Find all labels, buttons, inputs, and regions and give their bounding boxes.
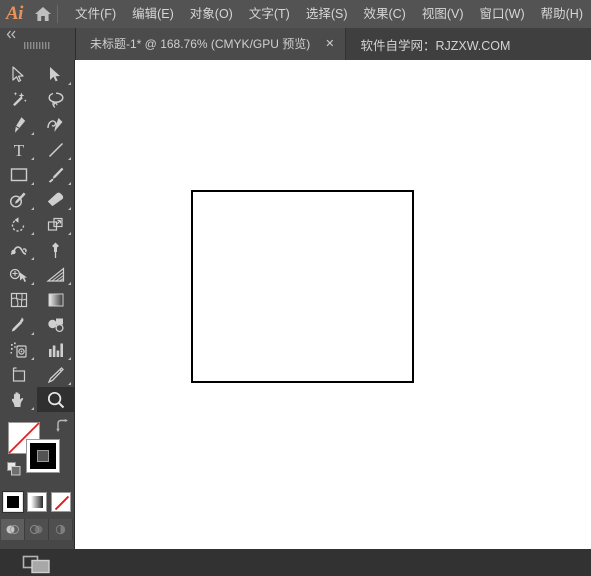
zoom-tool[interactable] (37, 387, 74, 412)
gradient-swatch-button[interactable] (27, 492, 47, 512)
menu-window[interactable]: 窗口(W) (472, 2, 533, 26)
tool-flyout-indicator (31, 407, 34, 410)
menu-help[interactable]: 帮助(H) (533, 2, 591, 26)
stroke-swatch-hole (37, 450, 49, 462)
menu-view[interactable]: 视图(V) (414, 2, 472, 26)
svg-text:T: T (13, 141, 24, 159)
illustrator-window: Ai 文件(F) 编辑(E) 对象(O) 文字(T) 选择(S) 效果(C) 视… (0, 0, 591, 574)
menu-file[interactable]: 文件(F) (67, 2, 124, 26)
tool-flyout-indicator (31, 282, 34, 285)
tool-grid: T (0, 60, 74, 412)
pen-tool[interactable] (0, 112, 37, 137)
tool-flyout-indicator (68, 382, 71, 385)
screen-mode-icon (22, 555, 50, 574)
color-mode-swatches (0, 492, 74, 512)
collapse-panel-icon[interactable] (6, 30, 17, 42)
tool-flyout-indicator (31, 182, 34, 185)
draw-normal-icon (6, 525, 19, 534)
blend-tool[interactable] (37, 312, 74, 337)
rectangle-tool[interactable] (0, 162, 37, 187)
tool-flyout-indicator (31, 232, 34, 235)
paintbrush-tool[interactable] (37, 162, 74, 187)
menu-object[interactable]: 对象(O) (182, 2, 241, 26)
screen-mode-button[interactable] (0, 552, 74, 576)
tool-flyout-indicator (31, 157, 34, 160)
curvature-tool[interactable] (37, 112, 74, 137)
lasso-tool[interactable] (37, 87, 74, 112)
rectangle-shape[interactable] (191, 190, 414, 383)
tool-flyout-indicator (68, 207, 71, 210)
column-graph-tool[interactable] (37, 337, 74, 362)
tool-flyout-indicator (68, 232, 71, 235)
draw-normal-mode[interactable] (1, 519, 25, 540)
document-tab[interactable]: 未标题-1* @ 168.76% (CMYK/GPU 预览) ✕ (76, 28, 347, 60)
tool-flyout-indicator (31, 257, 34, 260)
tool-flyout-indicator (68, 182, 71, 185)
tool-flyout-indicator (68, 157, 71, 160)
shaper-tool[interactable] (0, 187, 37, 212)
default-colors-icon[interactable] (7, 462, 21, 481)
selection-tool[interactable] (0, 62, 37, 87)
gradient-icon (31, 496, 43, 508)
artboard-tool[interactable] (0, 362, 37, 387)
width-tool[interactable] (0, 237, 37, 262)
fill-stroke-controls (0, 418, 74, 490)
document-tab-bar: 未标题-1* @ 168.76% (CMYK/GPU 预览) ✕ 软件自学网：R… (0, 28, 591, 60)
tool-flyout-indicator (68, 282, 71, 285)
solid-color-icon (7, 496, 19, 508)
menu-edit[interactable]: 编辑(E) (124, 2, 182, 26)
mesh-tool[interactable] (0, 287, 37, 312)
menu-type[interactable]: 文字(T) (241, 2, 298, 26)
panel-drag-handle[interactable] (0, 42, 75, 52)
slice-tool[interactable] (37, 362, 74, 387)
menu-item-list: 文件(F) 编辑(E) 对象(O) 文字(T) 选择(S) 效果(C) 视图(V… (67, 2, 591, 26)
scale-tool[interactable] (37, 212, 74, 237)
eraser-tool[interactable] (37, 187, 74, 212)
close-icon[interactable]: ✕ (322, 28, 337, 60)
gradient-tool[interactable] (37, 287, 74, 312)
tools-panel: T (0, 60, 75, 574)
canvas-area[interactable] (75, 60, 591, 549)
menu-divider (57, 5, 59, 23)
color-swatch-button[interactable] (3, 492, 23, 512)
watermark-text: 软件自学网：RJZXW.COM (360, 38, 511, 53)
type-tool[interactable]: T (0, 137, 37, 162)
document-tab-title: 未标题-1* @ 168.76% (CMYK/GPU 预览) (90, 37, 311, 51)
none-slash-icon (54, 495, 70, 511)
magic-wand-tool[interactable] (0, 87, 37, 112)
draw-inside-mode[interactable] (49, 519, 73, 540)
menu-effect[interactable]: 效果(C) (355, 2, 413, 26)
draw-behind-icon (30, 525, 43, 534)
toolbar-header (0, 28, 76, 60)
tool-flyout-indicator (31, 132, 34, 135)
eyedropper-tool[interactable] (0, 312, 37, 337)
rotate-tool[interactable] (0, 212, 37, 237)
stroke-swatch-color (30, 443, 56, 469)
draw-inside-icon (55, 524, 66, 535)
drawing-modes (0, 519, 74, 540)
symbol-sprayer-tool[interactable] (0, 337, 37, 362)
app-logo: Ai (6, 3, 23, 24)
tool-flyout-indicator (31, 357, 34, 360)
tool-flyout-indicator (31, 332, 34, 335)
menu-bar: Ai 文件(F) 编辑(E) 对象(O) 文字(T) 选择(S) 效果(C) 视… (0, 0, 591, 28)
line-segment-tool[interactable] (37, 137, 74, 162)
none-swatch-button[interactable] (51, 492, 71, 512)
shape-builder-tool[interactable] (0, 262, 37, 287)
tool-flyout-indicator (68, 82, 71, 85)
stroke-swatch[interactable] (26, 439, 60, 473)
home-icon[interactable] (29, 0, 56, 28)
hand-tool[interactable] (0, 387, 37, 412)
swap-arrow-icon[interactable] (55, 419, 69, 434)
tool-flyout-indicator (68, 357, 71, 360)
free-transform-tool[interactable] (37, 237, 74, 262)
draw-behind-mode[interactable] (25, 519, 49, 540)
menu-select[interactable]: 选择(S) (298, 2, 356, 26)
tool-flyout-indicator (31, 207, 34, 210)
direct-selection-tool[interactable] (37, 62, 74, 87)
perspective-grid-tool[interactable] (37, 262, 74, 287)
